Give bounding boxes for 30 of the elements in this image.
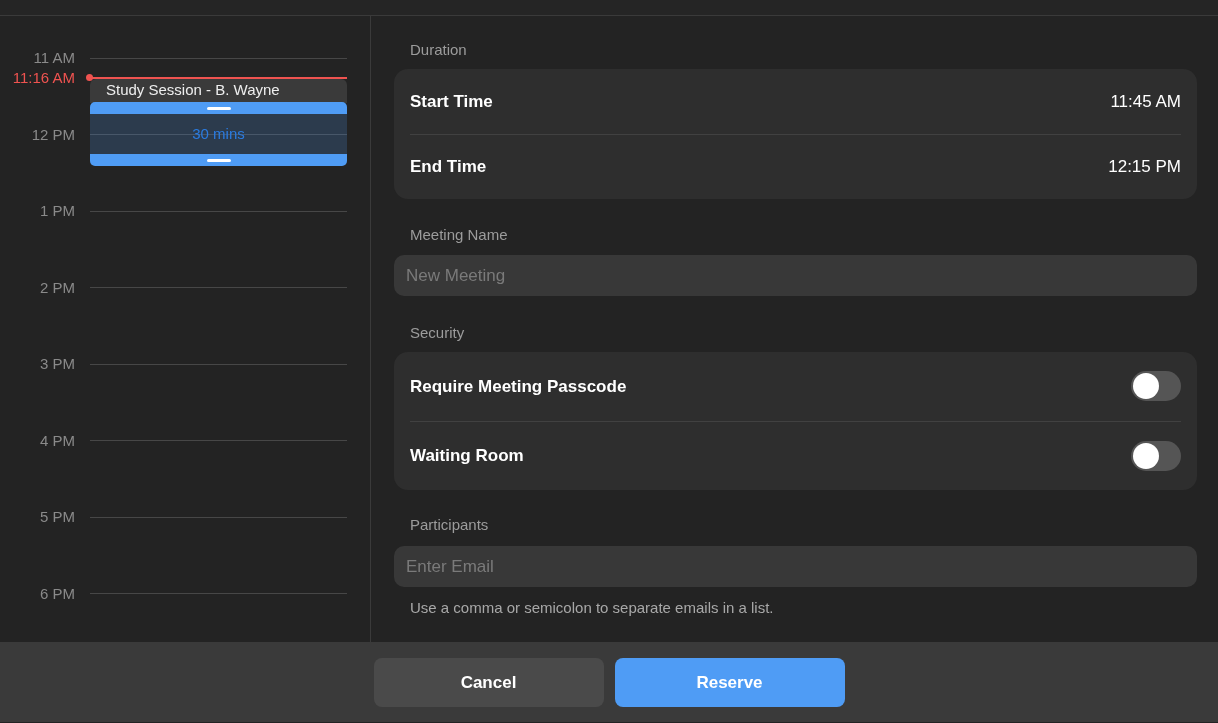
hour-label: 5 PM bbox=[39, 508, 75, 527]
hour-label: 4 PM bbox=[39, 431, 75, 450]
helper-text: Use a comma or semicolon to separate emails in a list. bbox=[409, 599, 775, 617]
meeting-name-field[interactable]: New Meeting bbox=[394, 255, 1197, 296]
email-field[interactable]: Enter Email bbox=[394, 546, 1197, 587]
resize-handle[interactable] bbox=[90, 154, 347, 166]
hour-label: 3 PM bbox=[39, 355, 75, 374]
section-label: Security bbox=[409, 324, 466, 342]
time-value[interactable]: 11:45 AM bbox=[1110, 88, 1181, 114]
cancel-button[interactable]: Cancel bbox=[373, 658, 604, 707]
option-label: Waiting Room bbox=[410, 445, 524, 467]
hour-label: 11 AM bbox=[32, 49, 75, 68]
section-label: Duration bbox=[409, 41, 468, 59]
option-label: Require Meeting Passcode bbox=[410, 375, 627, 398]
time-value[interactable]: 12:15 PM bbox=[1108, 154, 1181, 180]
grip-icon bbox=[206, 106, 231, 110]
hour-label: 2 PM bbox=[39, 278, 75, 297]
row-label: Start Time bbox=[410, 90, 493, 113]
toggle-switch[interactable] bbox=[1131, 440, 1181, 471]
grip-icon bbox=[206, 158, 231, 162]
hour-label: 1 PM bbox=[39, 202, 75, 221]
event-block[interactable]: Study Session - B. Wayne bbox=[90, 79, 347, 103]
hour-label: 12 PM bbox=[30, 125, 75, 144]
hour-label: 6 PM bbox=[39, 584, 75, 603]
toggle-switch[interactable] bbox=[1131, 371, 1181, 402]
row-label: End Time bbox=[410, 156, 487, 178]
resize-handle[interactable] bbox=[90, 102, 347, 114]
section-label: Participants bbox=[409, 516, 490, 534]
section-label: Meeting Name bbox=[409, 226, 509, 244]
current-time-label: 11:16 AM bbox=[11, 69, 75, 87]
